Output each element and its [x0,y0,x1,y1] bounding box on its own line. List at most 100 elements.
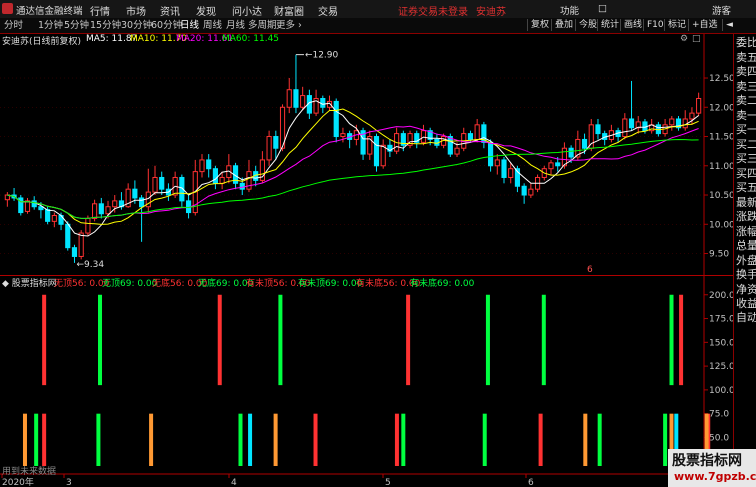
menu-faxian[interactable]: 发现 [196,3,216,18]
price-tick-label: 11.00 [709,162,733,172]
add-watchlist-button[interactable]: +自选 [688,19,721,31]
candle-down [488,141,494,167]
candle-up [152,176,158,193]
candle-up [112,200,118,208]
side-label: 外盘 [736,253,756,267]
price-tick-label: 10.00 [709,220,733,230]
candle-up [78,232,84,257]
title-bar: 通达信金融终端 行情 市场 资讯 发现 问小达 财富圈 交易 证券交易未登录 安… [0,0,756,19]
period-toolbar: 分时 1分钟 5分钟 15分钟 30分钟 60分钟 日线 周线 月线 多周期 更… [0,18,756,34]
low-price-label: ←9.34 [76,260,104,270]
collapse-panel-button[interactable]: ◄ [722,19,736,31]
signal-bar [98,294,103,386]
candle-down [595,124,601,135]
auto-button[interactable]: 自动 [736,311,756,325]
period-weekly[interactable]: 周线 [203,19,222,32]
fuquan-button[interactable]: 复权 [527,19,552,31]
candle-up [454,147,460,155]
quote-side-panel: 委比 卖五 卖四 卖三 卖二 卖一 买一 买二 买三 买四 买五 最新 涨跌 涨幅 总量 外盘 换手 净资 收益 自动 [733,34,756,487]
signal-bar [394,413,399,466]
signal-bar [96,413,101,466]
window-mode-icon[interactable]: □ [598,3,607,14]
candle-down [467,133,474,140]
candle-down [568,147,574,158]
candle-up [420,130,427,143]
trade-login-warning[interactable]: 证券交易未登录 [398,3,468,18]
candle-up [92,203,98,219]
stats-button[interactable]: 统计 [597,19,622,31]
candle-up [508,168,514,178]
candle-down [132,188,138,199]
draw-button[interactable]: 画线 [620,19,645,31]
guest-user[interactable]: 游客 [712,3,731,17]
period-daily[interactable]: 日线 [180,19,199,32]
menu-wenxiaoda[interactable]: 问小达 [232,3,262,18]
side-label: 买四 [736,166,756,180]
price-tick-label: 10.50 [709,191,733,201]
candle-down [71,247,78,257]
candle-down [159,176,165,190]
side-label: 买二 [736,137,756,151]
period-multi[interactable]: 多周期 [248,19,277,32]
side-label: 总量 [736,239,756,252]
candle-up [669,118,675,126]
function-button[interactable]: 功能 [560,3,579,17]
signal-bar [278,294,283,386]
side-label: 买三 [736,152,756,165]
axis-date-label: 6 [587,265,593,275]
date-label: 5 [385,478,391,487]
kline-chart[interactable]: 12.50 12.00 11.50 11.00 10.50 10.00 9.50 ←12.90… [0,34,733,276]
menu-hangqing[interactable]: 行情 [90,3,110,18]
indicator-name: ◆ 股票指标网 [2,279,57,289]
signal-bar [541,294,546,386]
menu-caifuquan[interactable]: 财富圈 [274,3,304,18]
overlay-button[interactable]: 叠加 [551,19,576,31]
candle-down [581,138,588,149]
date-label: 6 [528,478,534,487]
signal-bar [248,413,253,466]
period-more[interactable]: 更多 › [276,19,302,32]
date-label: 4 [231,478,237,487]
candle-down [206,159,212,170]
side-label: 换手 [736,268,756,281]
price-tick-label: 12.00 [709,103,733,113]
period-15min[interactable]: 15分钟 [90,19,121,32]
period-monthly[interactable]: 月线 [226,19,245,32]
period-30min[interactable]: 30分钟 [121,19,152,32]
ind-tick-label: 100.0 [709,386,733,396]
signal-bar [679,294,684,386]
indicator-chart[interactable]: 200.0175.0150.0125.0100.075.050.025.0202… [0,276,733,487]
period-fenshi[interactable]: 分时 [4,19,23,32]
signal-bar [238,413,243,466]
signal-bar [42,294,47,386]
side-label: 最新 [736,195,756,209]
high-price-label: ←12.90 [305,51,339,61]
candle-up [494,159,500,167]
price-tick-label: 11.50 [709,133,733,143]
menu-shichang[interactable]: 市场 [126,3,146,18]
candle-down [212,168,218,184]
menu-jiaoyi[interactable]: 交易 [318,3,338,18]
menu-zixun[interactable]: 资讯 [160,3,180,18]
ind-tick-label: 200.0 [709,291,733,301]
side-label: 涨跌 [736,210,756,223]
signal-bar [538,413,543,466]
period-1min[interactable]: 1分钟 [38,19,63,32]
signal-bar [273,413,278,466]
candle-up [696,98,702,114]
candle-down [333,100,339,138]
watermark: 股票指标网 www.7gpzb.com [668,449,756,487]
ind-tick-label: 75.0 [709,410,729,420]
side-label: 委比 [736,36,756,49]
candle-down [521,185,527,196]
candle-down [239,182,245,190]
signal-bar [406,294,411,386]
signal-bar [482,413,487,466]
candle-down [320,98,326,108]
side-label: 卖四 [736,65,756,78]
signal-bar [149,413,154,466]
watermark-title: 股票指标网 [672,453,742,469]
mark-button[interactable]: 标记 [664,19,689,31]
period-60min[interactable]: 60分钟 [151,19,182,32]
period-5min[interactable]: 5分钟 [64,19,89,32]
